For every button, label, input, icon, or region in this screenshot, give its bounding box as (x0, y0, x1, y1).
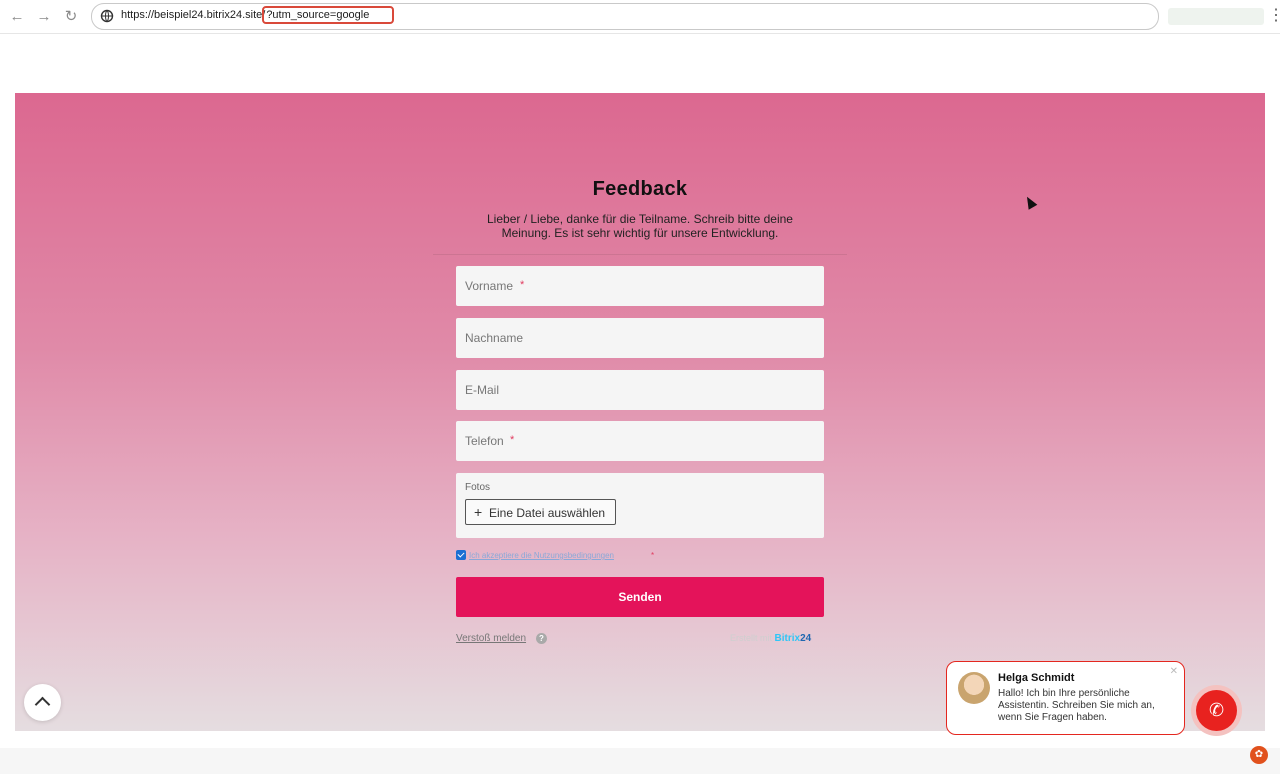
phone-icon: ✆ (1196, 690, 1237, 731)
last-name-field[interactable] (456, 318, 824, 358)
browser-toolbar: ← → ↻ https://beispiel24.bitrix24.site/?… (0, 0, 1280, 34)
send-button[interactable]: Senden (456, 577, 824, 617)
cookie-icon[interactable]: ✿ (1250, 746, 1268, 764)
chat-popup[interactable]: Helga Schmidt Hallo! Ich bin Ihre persön… (946, 661, 1185, 735)
url-host: https://beispiel24.bitrix24.site/ (121, 9, 266, 21)
required-mark: * (651, 551, 655, 560)
checkbox-checked-icon[interactable] (456, 550, 466, 560)
forward-arrow-icon[interactable]: → (35, 8, 53, 26)
bitrix-logo-text: Bitrix (774, 633, 801, 644)
required-mark: * (510, 434, 515, 446)
choose-file-label: Eine Datei auswählen (489, 506, 606, 520)
choose-file-button[interactable]: + Eine Datei auswählen (465, 499, 616, 525)
photos-label: Fotos (465, 482, 491, 493)
report-violation-link[interactable]: Verstoß melden (456, 633, 526, 644)
last-name-input[interactable] (456, 318, 824, 358)
footer (0, 748, 1280, 774)
credit-prefix: Erstellt mit (730, 633, 773, 643)
chat-agent-name: Helga Schmidt (998, 672, 1075, 684)
reload-icon[interactable]: ↻ (62, 8, 80, 26)
back-arrow-icon[interactable]: ← (8, 8, 26, 26)
profile-area[interactable] (1168, 8, 1264, 25)
address-bar[interactable]: https://beispiel24.bitrix24.site/?utm_so… (91, 3, 1159, 30)
form-subtitle: Lieber / Liebe, danke für die Teilname. … (487, 212, 793, 240)
first-name-field[interactable]: * (456, 266, 824, 306)
url-text[interactable]: https://beispiel24.bitrix24.site/?utm_so… (121, 6, 395, 24)
chevron-up-icon (34, 696, 51, 713)
photos-field: Fotos + Eine Datei auswählen (456, 473, 824, 538)
close-icon[interactable]: ✕ (1170, 666, 1178, 677)
url-query-highlight: ?utm_source=google (262, 6, 395, 24)
scroll-to-top-button[interactable] (24, 684, 61, 721)
bitrix-logo-number: 24 (800, 633, 812, 644)
email-input[interactable] (456, 370, 824, 410)
phone-field[interactable]: * (456, 421, 824, 461)
first-name-input[interactable] (456, 266, 824, 306)
required-mark: * (520, 279, 525, 291)
created-with-credit[interactable]: Erstellt mit Bitrix24 (730, 633, 811, 644)
email-field[interactable] (456, 370, 824, 410)
help-icon[interactable]: ? (536, 633, 547, 644)
form-title: Feedback (592, 178, 688, 200)
divider (433, 254, 847, 255)
call-widget-button[interactable]: ✆ (1191, 685, 1242, 736)
terms-link[interactable]: Ich akzeptiere die Nutzungsbedingungen (469, 551, 614, 560)
menu-dots-icon[interactable]: ⋮ (1268, 7, 1280, 25)
chat-message: Hallo! Ich bin Ihre persönliche Assisten… (998, 688, 1155, 723)
avatar (958, 672, 990, 704)
site-info-icon[interactable] (100, 9, 114, 23)
plus-icon: + (474, 504, 483, 520)
